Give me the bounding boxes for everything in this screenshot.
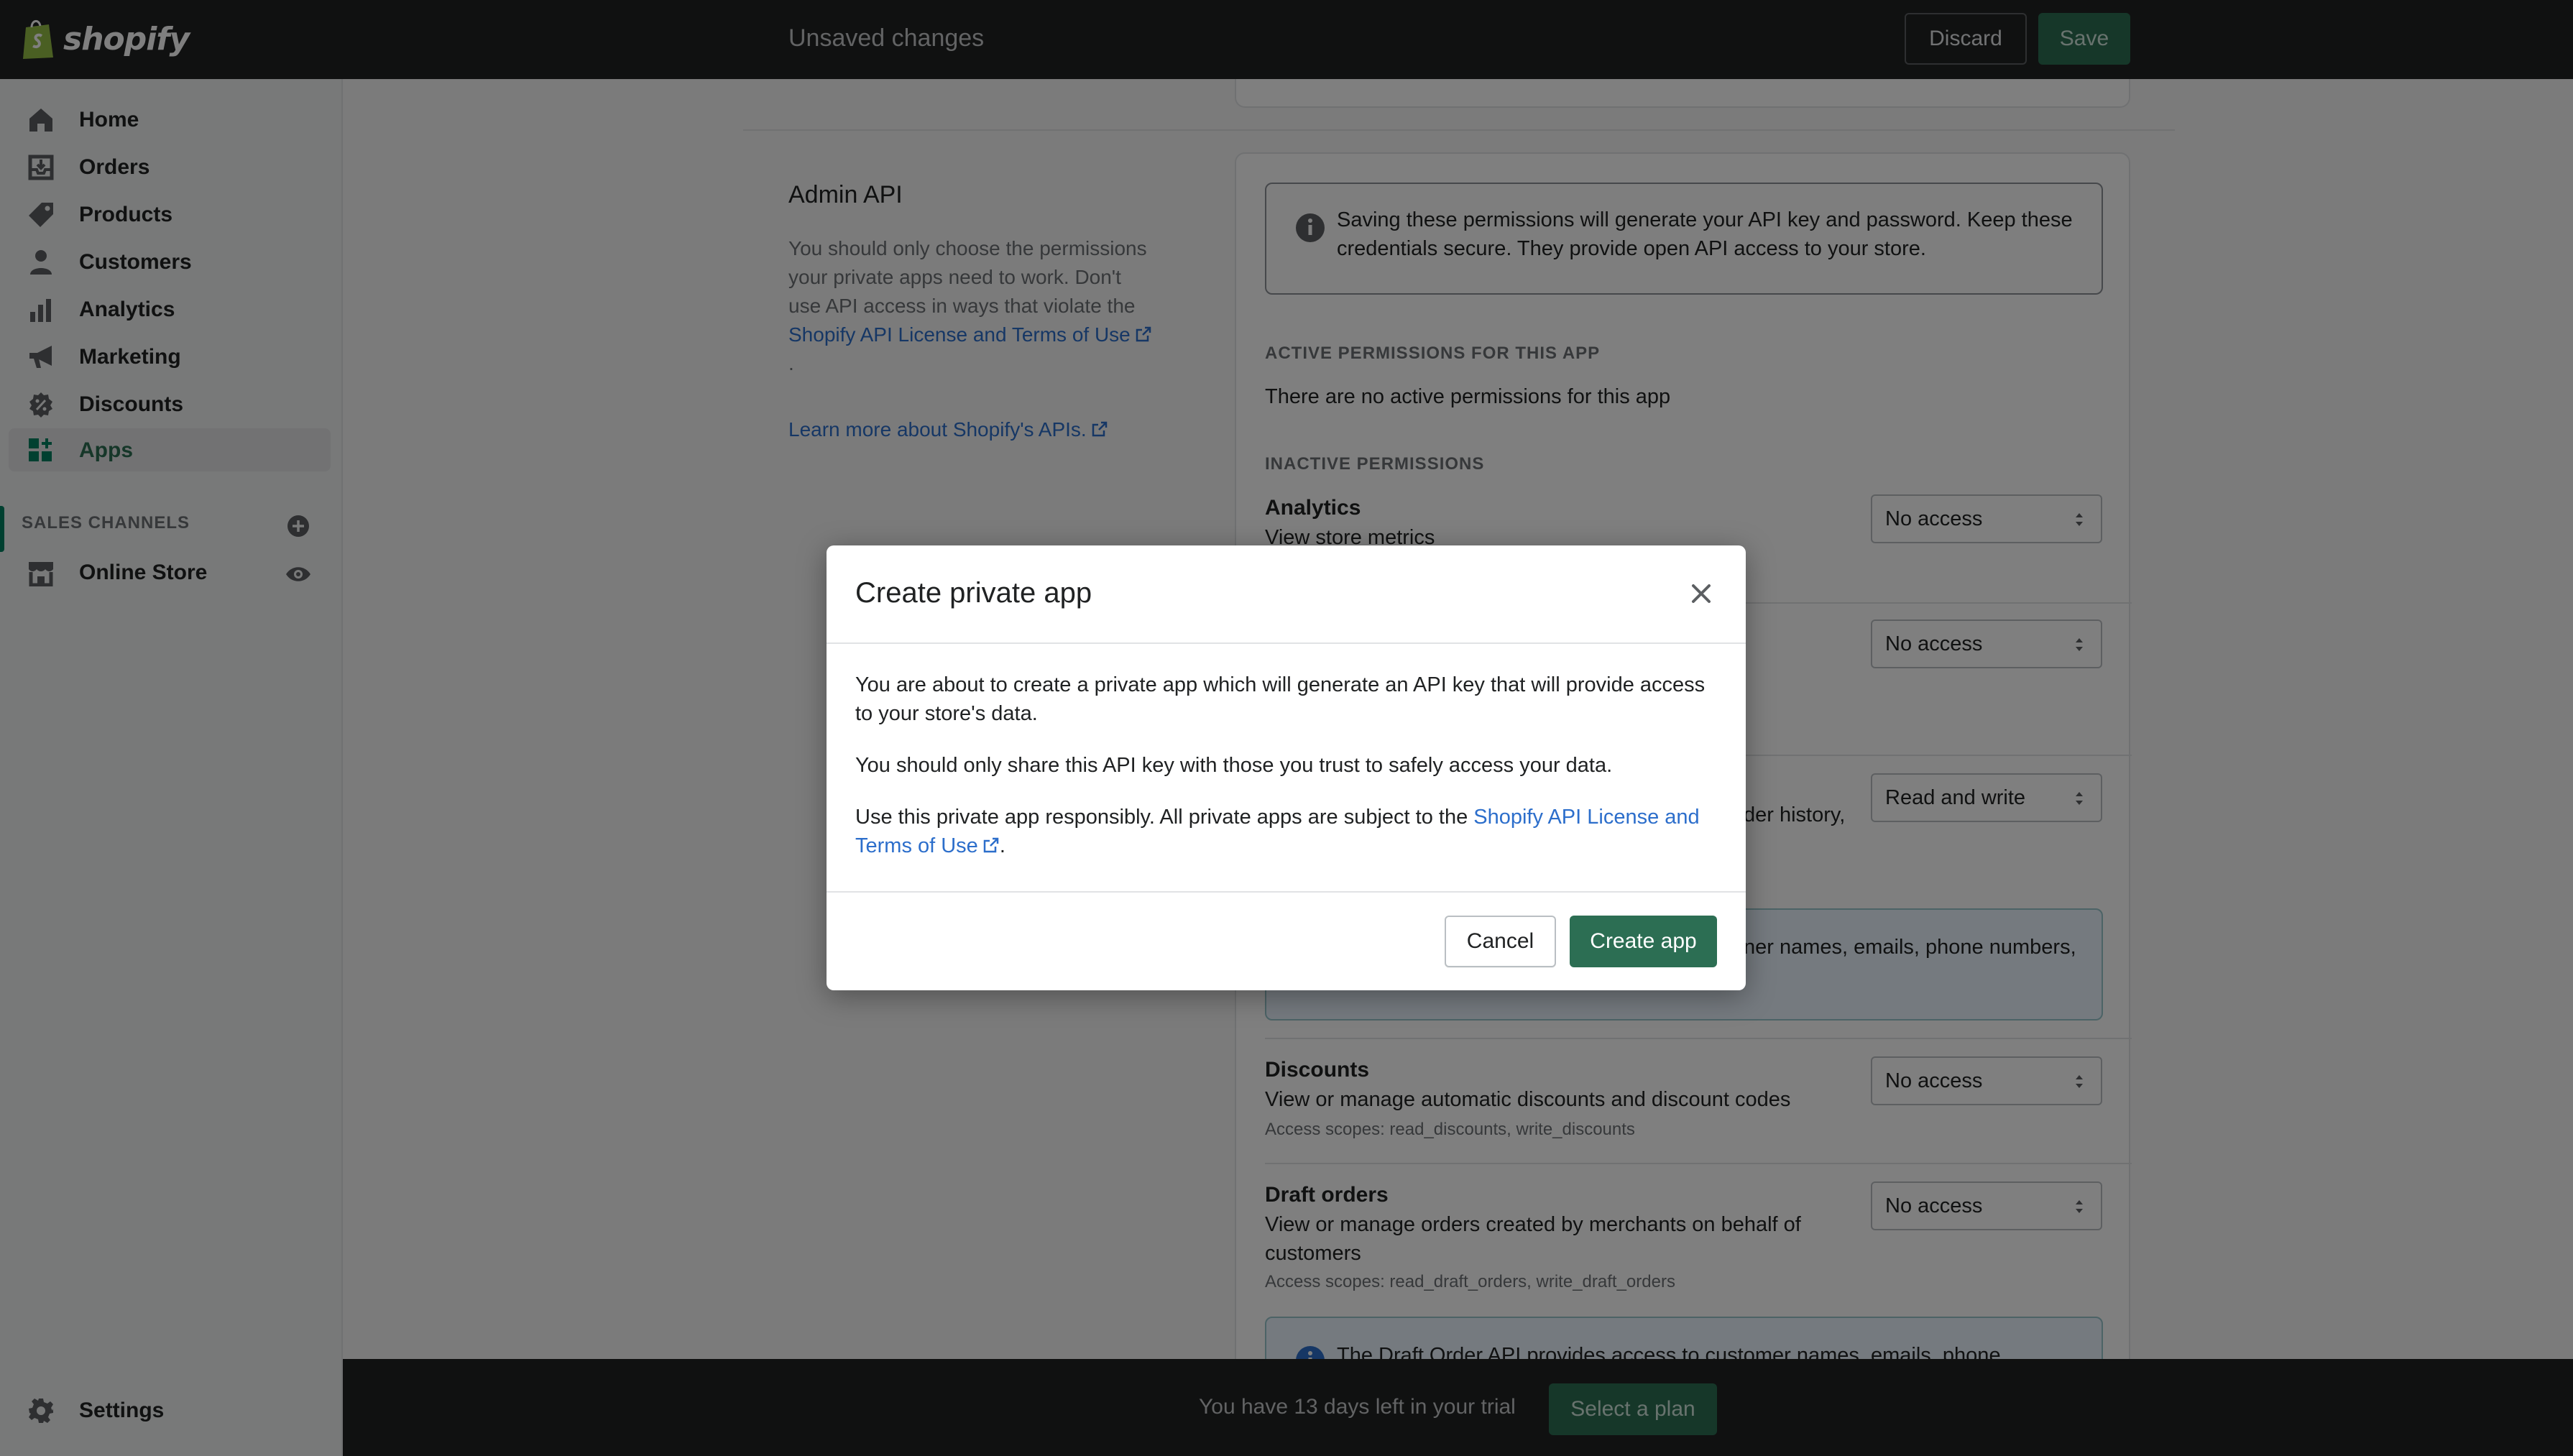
create-private-app-modal: Create private app You are about to crea… — [827, 545, 1746, 990]
modal-header-divider — [827, 642, 1746, 644]
modal-paragraph-3: Use this private app responsibly. All pr… — [855, 803, 1718, 860]
modal-body: You are about to create a private app wh… — [855, 671, 1718, 883]
create-app-button[interactable]: Create app — [1570, 916, 1717, 967]
modal-title: Create private app — [855, 577, 1092, 609]
modal-paragraph-3-text: Use this private app responsibly. All pr… — [855, 806, 1468, 829]
modal-paragraph-2: You should only share this API key with … — [855, 754, 1613, 777]
modal-paragraph-1: You are about to create a private app wh… — [855, 673, 1706, 725]
cancel-button[interactable]: Cancel — [1445, 916, 1556, 967]
close-icon[interactable] — [1688, 580, 1715, 607]
external-link-icon — [983, 837, 999, 853]
modal-footer-divider — [827, 891, 1746, 893]
modal-paragraph-3-end: . — [999, 834, 1005, 857]
